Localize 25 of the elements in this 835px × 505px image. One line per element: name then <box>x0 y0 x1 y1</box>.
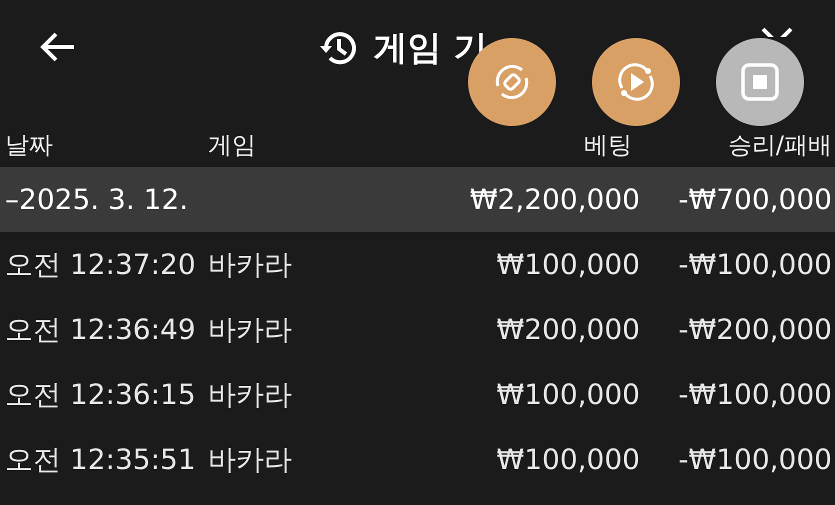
result-cell-text: -₩100,000 <box>677 378 832 411</box>
game-cell-text: 바카라 <box>208 312 293 348</box>
result-cell-text: -₩200,000 <box>677 313 832 346</box>
column-header: 날짜 <box>5 130 54 160</box>
bet-cell-text: ₩2,200,000 <box>468 183 640 216</box>
date-cell-text: –2025. 3. 12. <box>5 183 190 216</box>
result-cell-text: -₩700,000 <box>677 183 832 216</box>
result-cell-text: -₩100,000 <box>677 248 832 281</box>
game-cell-text: 바카라 <box>208 246 293 282</box>
column-header: 승리/패배 <box>726 130 832 160</box>
time-cell-text: 오전 12:36:15 <box>5 376 197 412</box>
bet-cell-text: ₩200,000 <box>496 313 640 346</box>
bet-cell-text: ₩100,000 <box>496 248 640 281</box>
result-cell-text: -₩100,000 <box>677 443 832 476</box>
close-icon[interactable] <box>759 25 795 37</box>
time-cell-text: 오전 12:37:20 <box>5 246 197 282</box>
column-header: 베팅 <box>583 130 633 160</box>
game-cell-text: 바카라 <box>208 376 293 412</box>
date-group-row[interactable]: –2025. 3. 12. ₩2,200,000 -₩700,000 <box>0 167 835 232</box>
time-cell-text: 오전 12:35:51 <box>5 442 197 478</box>
game-cell-text: 바카라 <box>208 442 293 478</box>
bet-cell-text: ₩100,000 <box>496 378 640 411</box>
time-cell-text: 오전 12:36:49 <box>5 312 197 348</box>
bet-cell-text: ₩100,000 <box>496 443 640 476</box>
column-header: 게임 <box>208 130 257 160</box>
